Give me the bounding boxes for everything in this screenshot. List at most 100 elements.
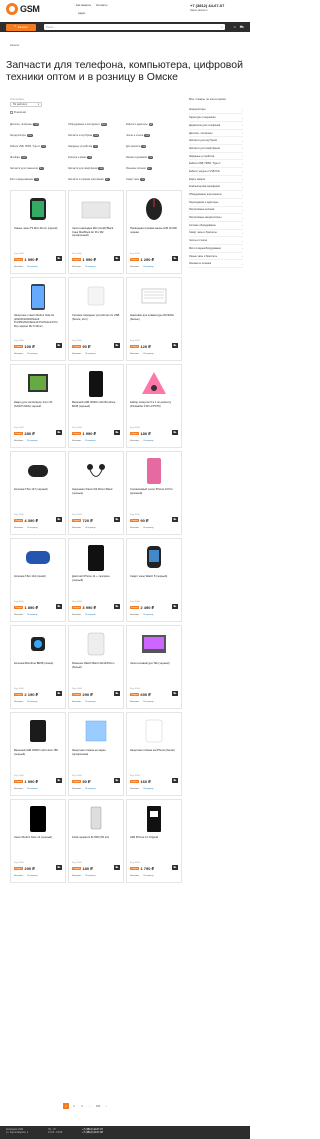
add-to-cart-button[interactable]: ⛟ (114, 691, 120, 696)
availability-link[interactable]: В корзину (27, 440, 37, 442)
product-image[interactable] (72, 629, 120, 659)
product-image[interactable] (72, 716, 120, 746)
sidebar-item[interactable]: Портативные колонки › (189, 207, 243, 215)
product-card[interactable]: Внешний АКБ 20000 mAh Hoco J86 (черный) К… (10, 712, 66, 796)
product-name[interactable]: Проводная игровая мышь GIM W-900 черная (130, 227, 178, 255)
sidebar-item[interactable]: Кабели USB, HDMI, Type-C › (189, 160, 243, 169)
sidebar-item[interactable]: Чехлы и стекла › (189, 237, 243, 245)
sidebar-item[interactable]: Оборудование для ремонта › (189, 191, 243, 199)
sidebar-item[interactable]: Запчасти для смартфонов › (189, 145, 243, 153)
availability-link[interactable]: В корзину (85, 788, 95, 790)
sidebar-item[interactable]: Элементы питания › (189, 260, 243, 269)
availability-link[interactable]: В корзину (143, 614, 153, 616)
product-name[interactable]: Чехол-клавиатура Tab (черный) (130, 662, 178, 690)
sidebar-item[interactable]: Запчасти для ноутбуков › (189, 137, 243, 146)
product-card[interactable]: Смарт часы Watch 8 (черный) Код: 0000 Скид… (126, 538, 182, 622)
product-image[interactable] (72, 194, 120, 224)
product-image[interactable] (72, 281, 120, 311)
product-image[interactable] (14, 281, 62, 311)
category-tag[interactable]: Зарядные устройства 99 (68, 143, 124, 150)
add-to-cart-button[interactable]: ⛟ (56, 430, 62, 435)
search-icon[interactable]: ⌕ (221, 25, 223, 29)
product-card[interactable]: Набор отверток 5 в 1 по ремонту (Pentalo… (126, 364, 182, 448)
in-stock-checkbox[interactable]: В наличии (10, 111, 182, 114)
category-tag[interactable]: Запчасти для смартфонов 999 (68, 165, 124, 172)
product-name[interactable]: Защитное стекло Redmi Note 9s (2022/04/2… (14, 314, 62, 342)
product-image[interactable] (130, 194, 178, 224)
category-tag[interactable]: Оборудование и инструмент 999 (68, 121, 124, 128)
header-phone[interactable]: +7 (3812) 44-67-07 (190, 3, 244, 8)
top-link-address[interactable]: Адрес (78, 12, 85, 15)
sidebar-item[interactable]: Гарнитуры и наушники › (189, 114, 243, 122)
product-card[interactable]: Клей-герметик B-7000 (50 мл) Код: 0000 Ски… (68, 799, 124, 883)
page-link[interactable]: 100 (95, 1103, 101, 1109)
product-card[interactable]: Наушники Xiaomi Mi Piston Basic (черные)… (68, 451, 124, 535)
cart-icon[interactable]: ⛟ (240, 25, 244, 30)
product-image[interactable] (14, 368, 62, 398)
add-to-cart-button[interactable]: ⛟ (172, 517, 178, 522)
add-to-cart-button[interactable]: ⛟ (114, 604, 120, 609)
add-to-cart-button[interactable]: ⛟ (172, 604, 178, 609)
availability-link[interactable]: В корзину (27, 701, 37, 703)
product-card[interactable]: Ремешок Watch Band 42/44/45mm (белый) Код… (68, 625, 124, 709)
sidebar-item[interactable]: Держатели для телефонов › (189, 122, 243, 130)
category-tag[interactable]: Смарт часы 99 (126, 176, 182, 183)
product-name[interactable]: Защитная плёнка на iPhone (белая) (130, 749, 178, 777)
availability-link[interactable]: В корзину (27, 614, 37, 616)
product-image[interactable] (130, 629, 178, 659)
availability-link[interactable]: В корзину (27, 266, 37, 268)
availability-link[interactable]: В корзину (85, 701, 95, 703)
page-link[interactable]: ... (87, 1103, 93, 1109)
product-name[interactable]: Колонка T&G 144 (синий) (14, 575, 62, 603)
product-image[interactable] (14, 455, 62, 485)
add-to-cart-button[interactable]: ⛟ (56, 604, 62, 609)
add-to-cart-button[interactable]: ⛟ (56, 343, 62, 348)
page-link[interactable]: 2 (71, 1103, 77, 1109)
product-name[interactable]: Внешний АКБ 20000 mAh Hoco J86 (черный) (14, 749, 62, 777)
page-link[interactable]: 3 (79, 1103, 85, 1109)
product-card[interactable]: Колонка Borofone BR28 (синяя) Код: 0000 Ск… (10, 625, 66, 709)
product-name[interactable]: Набор отверток 5 в 1 по ремонту (Pentalo… (130, 401, 178, 429)
add-to-cart-button[interactable]: ⛟ (56, 865, 62, 870)
page-link[interactable]: › (103, 1103, 109, 1109)
product-name[interactable]: Защитная плёнка на экран (прозрачная) (72, 749, 120, 777)
availability-link[interactable]: В корзину (143, 527, 153, 529)
product-image[interactable] (130, 542, 178, 572)
footer-phone-2[interactable]: +7 (3812) 44-67-08 (82, 1131, 103, 1134)
add-to-cart-button[interactable]: ⛟ (114, 778, 120, 783)
sidebar-item[interactable]: Портативные аккумуляторы › (189, 214, 243, 222)
sidebar-item[interactable]: Кабели, шнуры и USB Hub › (189, 168, 243, 176)
category-tag[interactable]: Звонки и динамики 99 (126, 154, 182, 161)
product-image[interactable] (130, 368, 178, 398)
product-name[interactable]: Смарт часы Watch 8 (черный) (130, 575, 178, 603)
product-card[interactable]: Внешний АКБ 30000 mAh Borofone BJ38 (чер… (68, 364, 124, 448)
product-image[interactable] (14, 542, 62, 572)
category-tag[interactable]: Запчасти к игровым приставкам 99 (68, 176, 124, 183)
product-name[interactable]: Колонка T&G 147 (черный) (14, 488, 62, 516)
category-tag[interactable]: Запчасти для планшетов 99 (10, 165, 66, 172)
availability-link[interactable]: В корзину (27, 875, 37, 877)
availability-link[interactable]: В корзину (85, 527, 95, 529)
callback-link[interactable]: Заказ звонок ▾ (190, 9, 244, 12)
sidebar-item[interactable]: Компьютерная периферия › (189, 183, 243, 192)
category-tag[interactable]: Разъёмы питания 99 (126, 165, 182, 172)
search-input[interactable]: Поиск... ⌕ (44, 23, 226, 31)
site-logo[interactable]: GSM (6, 3, 76, 15)
category-tag[interactable]: Аккумуляторы 999 (10, 132, 66, 139)
page-link[interactable]: 1 (63, 1103, 69, 1109)
category-tag[interactable]: Чехлы и стекла 999 (126, 132, 182, 139)
availability-link[interactable]: В корзину (85, 353, 95, 355)
product-card[interactable]: Умные часы T9 Mini 41mm (серый) Код: 0000… (10, 190, 66, 274)
category-tag[interactable]: Дисплеи, тачскрины 999 (10, 121, 66, 128)
sidebar-item[interactable]: Аккумуляторы › (189, 107, 243, 115)
add-to-cart-button[interactable]: ⛟ (56, 256, 62, 261)
availability-link[interactable]: В корзину (85, 266, 95, 268)
category-tag[interactable]: Корпуса и рамки 99 (68, 154, 124, 161)
product-name[interactable]: Кварц для часов Epop 4mm 30 (SAS/TL920s)… (14, 401, 62, 429)
availability-link[interactable]: В корзину (85, 440, 95, 442)
product-image[interactable] (72, 542, 120, 572)
product-image[interactable] (14, 803, 62, 833)
product-image[interactable] (130, 455, 178, 485)
product-image[interactable] (130, 281, 178, 311)
sidebar-item[interactable]: Зарядные устройства › (189, 153, 243, 161)
